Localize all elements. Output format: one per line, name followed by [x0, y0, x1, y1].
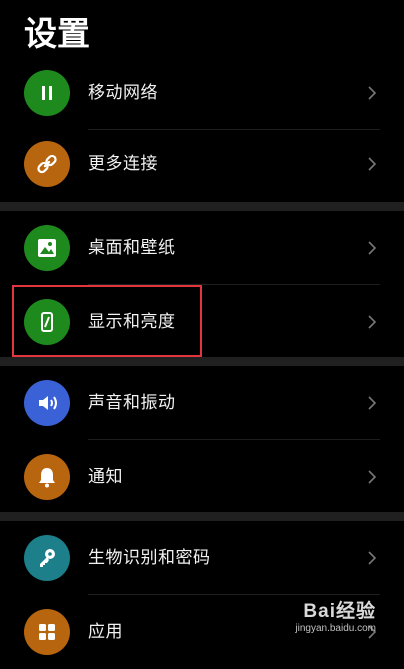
chevron-right-icon	[368, 396, 377, 410]
chevron-right-icon	[368, 315, 377, 329]
page-title: 设置	[24, 14, 90, 53]
settings-item-biometrics-password[interactable]: 生物识别和密码	[0, 521, 404, 595]
settings-item-label: 通知	[88, 467, 123, 487]
chevron-right-icon	[368, 551, 377, 565]
settings-item-display-brightness[interactable]: 显示和亮度	[0, 285, 404, 359]
display-brightness-icon	[24, 299, 70, 345]
settings-item-label: 更多连接	[88, 154, 158, 174]
bell-icon	[24, 454, 70, 500]
settings-item-label: 移动网络	[88, 83, 158, 103]
chevron-right-icon	[368, 241, 377, 255]
settings-item-desktop-wallpaper[interactable]: 桌面和壁纸	[0, 211, 404, 285]
settings-item-label: 桌面和壁纸	[88, 238, 176, 258]
watermark-url: jingyan.baidu.com	[295, 623, 376, 634]
chevron-right-icon	[368, 157, 377, 171]
link-icon	[24, 141, 70, 187]
settings-item-notifications[interactable]: 通知	[0, 440, 404, 514]
chevron-right-icon	[368, 86, 377, 100]
mobile-network-icon	[24, 70, 70, 116]
watermark-main-text: Bai经验	[303, 601, 376, 622]
settings-item-label: 声音和振动	[88, 393, 176, 413]
settings-item-sound-vibration[interactable]: 声音和振动	[0, 366, 404, 440]
settings-item-label: 显示和亮度	[88, 312, 176, 332]
speaker-icon	[24, 380, 70, 426]
settings-item-more-connections[interactable]: 更多连接	[0, 127, 404, 201]
settings-item-mobile-network[interactable]: 移动网络	[0, 56, 404, 130]
watermark-logo: Bai经验 jingyan.baidu.com	[295, 596, 376, 634]
wallpaper-icon	[24, 225, 70, 271]
apps-grid-icon	[24, 609, 70, 655]
group-divider	[0, 202, 404, 211]
key-icon	[24, 535, 70, 581]
group-divider	[0, 512, 404, 521]
group-divider	[0, 357, 404, 366]
settings-item-label: 应用	[88, 622, 123, 642]
settings-item-label: 生物识别和密码	[88, 548, 211, 568]
chevron-right-icon	[368, 470, 377, 484]
